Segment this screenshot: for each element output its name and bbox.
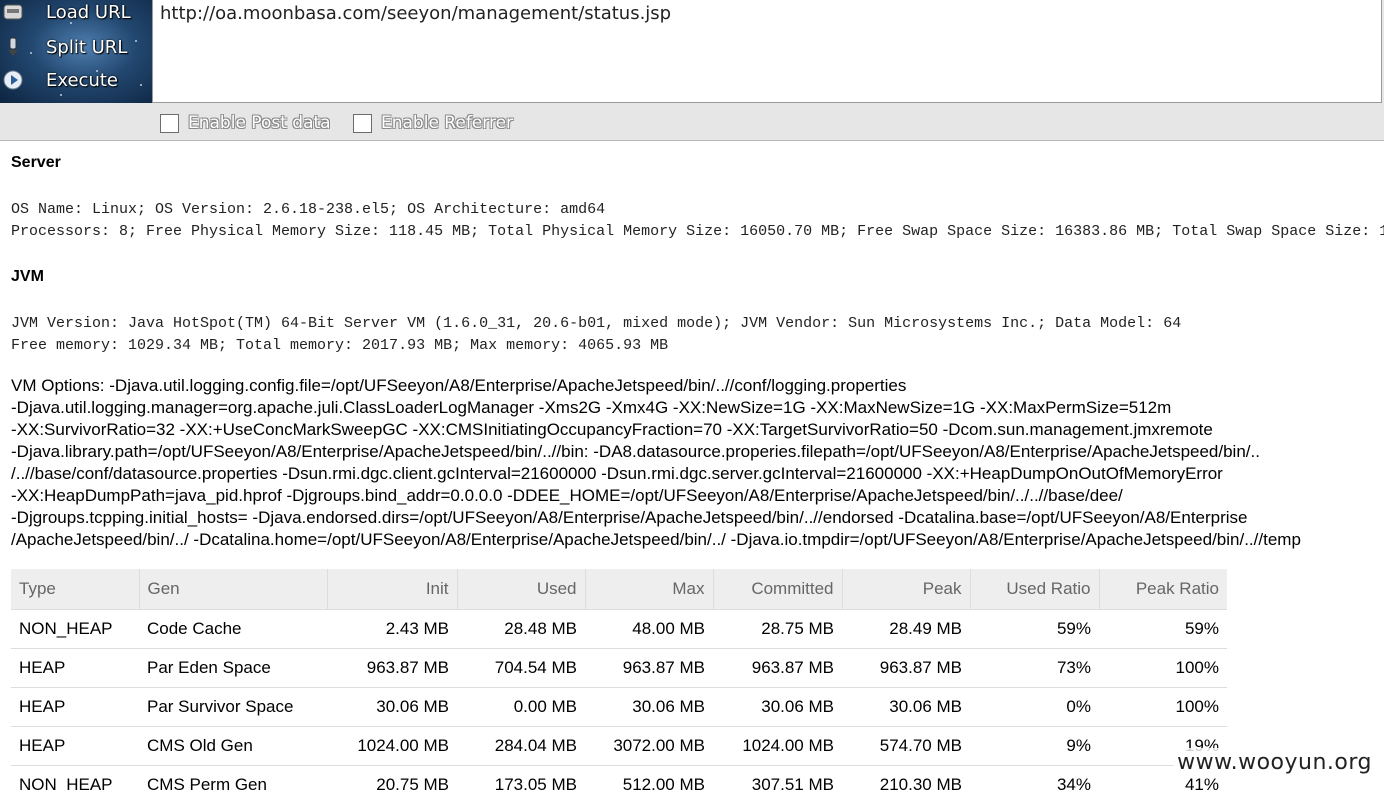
column-header-peak-ratio: Peak Ratio bbox=[1099, 569, 1227, 609]
cell-type: NON_HEAP bbox=[11, 608, 139, 648]
cell-init: 2.43 MB bbox=[327, 608, 457, 648]
load-url-button[interactable]: Load URL bbox=[0, 0, 152, 29]
cell-gen: CMS Perm Gen bbox=[139, 764, 327, 791]
cell-committed: 963.87 MB bbox=[713, 647, 842, 687]
server-memory-info: Processors: 8; Free Physical Memory Size… bbox=[11, 223, 1384, 240]
cell-max: 48.00 MB bbox=[585, 608, 713, 648]
execute-label: Execute bbox=[46, 69, 118, 91]
split-url-label: Split URL bbox=[46, 36, 128, 58]
split-url-icon bbox=[3, 37, 23, 57]
vm-options-line: /ApacheJetspeed/bin/../ -Dcatalina.home=… bbox=[11, 530, 1301, 549]
cell-used-ratio: 9% bbox=[970, 725, 1099, 765]
hackbar-toolbar: Load URL Split URL Execute http://oa.moo… bbox=[0, 0, 1384, 141]
cell-committed: 307.51 MB bbox=[713, 764, 842, 791]
cell-peak: 30.06 MB bbox=[842, 686, 970, 726]
load-url-icon bbox=[3, 2, 23, 22]
table-row: NON_HEAP CMS Perm Gen 20.75 MB 173.05 MB… bbox=[11, 764, 1227, 791]
cell-used: 173.05 MB bbox=[457, 764, 585, 791]
cell-peak: 210.30 MB bbox=[842, 764, 970, 791]
watermark-text: www.wooyun.org bbox=[1173, 748, 1376, 777]
cell-peak-ratio: 100% bbox=[1099, 647, 1227, 687]
cell-used-ratio: 59% bbox=[970, 608, 1099, 648]
table-header-row: Type Gen Init Used Max Committed Peak Us… bbox=[11, 569, 1227, 609]
cell-init: 30.06 MB bbox=[327, 686, 457, 726]
table-row: NON_HEAP Code Cache 2.43 MB 28.48 MB 48.… bbox=[11, 608, 1227, 648]
split-url-button[interactable]: Split URL bbox=[0, 30, 152, 64]
cell-peak-ratio: 59% bbox=[1099, 608, 1227, 648]
jvm-heading: JVM bbox=[11, 268, 44, 285]
url-input[interactable]: http://oa.moonbasa.com/seeyon/management… bbox=[152, 0, 1382, 103]
cell-type: HEAP bbox=[11, 686, 139, 726]
enable-post-data-checkbox[interactable]: Enable Post data bbox=[160, 113, 331, 133]
enable-post-data-label: Enable Post data bbox=[188, 113, 331, 133]
cell-gen: CMS Old Gen bbox=[139, 725, 327, 765]
cell-used-ratio: 0% bbox=[970, 686, 1099, 726]
cell-peak: 574.70 MB bbox=[842, 725, 970, 765]
server-os-info: OS Name: Linux; OS Version: 2.6.18-238.e… bbox=[11, 201, 606, 218]
post-data-checkbox-box[interactable] bbox=[160, 113, 179, 133]
cell-max: 963.87 MB bbox=[585, 647, 713, 687]
table-row: HEAP Par Survivor Space 30.06 MB 0.00 MB… bbox=[11, 686, 1227, 726]
cell-used: 0.00 MB bbox=[457, 686, 585, 726]
cell-init: 20.75 MB bbox=[327, 764, 457, 791]
cell-used-ratio: 34% bbox=[970, 764, 1099, 791]
cell-max: 3072.00 MB bbox=[585, 725, 713, 765]
cell-max: 30.06 MB bbox=[585, 686, 713, 726]
cell-init: 963.87 MB bbox=[327, 647, 457, 687]
vm-options-line: -Djgroups.tcpping.initial_hosts= -Djava.… bbox=[11, 508, 1248, 527]
jvm-version-info: JVM Version: Java HotSpot(TM) 64-Bit Ser… bbox=[11, 315, 1182, 332]
column-header-used: Used bbox=[457, 569, 586, 609]
vm-options-line: /..//base/conf/datasource.properties -Ds… bbox=[11, 464, 1223, 483]
cell-committed: 1024.00 MB bbox=[713, 725, 842, 765]
enable-referrer-label: Enable Referrer bbox=[381, 113, 514, 133]
column-header-init: Init bbox=[327, 569, 458, 609]
column-header-gen: Gen bbox=[139, 569, 328, 609]
cell-max: 512.00 MB bbox=[585, 764, 713, 791]
cell-type: NON_HEAP bbox=[11, 764, 139, 791]
vm-options: VM Options: -Djava.util.logging.config.f… bbox=[11, 375, 1383, 551]
cell-used: 284.04 MB bbox=[457, 725, 585, 765]
cell-committed: 28.75 MB bbox=[713, 608, 842, 648]
load-url-label: Load URL bbox=[46, 1, 131, 23]
execute-button[interactable]: Execute bbox=[0, 63, 152, 97]
cell-init: 1024.00 MB bbox=[327, 725, 457, 765]
cell-used: 28.48 MB bbox=[457, 608, 585, 648]
cell-peak: 963.87 MB bbox=[842, 647, 970, 687]
cell-type: HEAP bbox=[11, 725, 139, 765]
referrer-checkbox-box[interactable] bbox=[353, 113, 372, 133]
vm-options-line: -Djava.library.path=/opt/UFSeeyon/A8/Ent… bbox=[11, 442, 1260, 461]
vm-options-line: -Djava.util.logging.manager=org.apache.j… bbox=[11, 398, 1172, 417]
cell-gen: Par Survivor Space bbox=[139, 686, 327, 726]
cell-gen: Code Cache bbox=[139, 608, 327, 648]
table-row: HEAP Par Eden Space 963.87 MB 704.54 MB … bbox=[11, 647, 1227, 687]
cell-peak-ratio: 100% bbox=[1099, 686, 1227, 726]
table-row: HEAP CMS Old Gen 1024.00 MB 284.04 MB 30… bbox=[11, 725, 1227, 765]
server-heading: Server bbox=[11, 154, 61, 171]
column-header-used-ratio: Used Ratio bbox=[970, 569, 1100, 609]
column-header-max: Max bbox=[585, 569, 714, 609]
hackbar-side-panel: Load URL Split URL Execute bbox=[0, 0, 152, 103]
cell-gen: Par Eden Space bbox=[139, 647, 327, 687]
vm-options-line: -XX:HeapDumpPath=java_pid.hprof -Djgroup… bbox=[11, 486, 1123, 505]
vm-options-line: VM Options: -Djava.util.logging.config.f… bbox=[11, 376, 907, 395]
jvm-memory-info: Free memory: 1029.34 MB; Total memory: 2… bbox=[11, 337, 669, 354]
column-header-type: Type bbox=[11, 569, 140, 609]
vm-options-line: -XX:SurvivorRatio=32 -XX:+UseConcMarkSwe… bbox=[11, 420, 1213, 439]
column-header-committed: Committed bbox=[713, 569, 843, 609]
cell-committed: 30.06 MB bbox=[713, 686, 842, 726]
cell-used-ratio: 73% bbox=[970, 647, 1099, 687]
execute-play-icon bbox=[3, 70, 23, 90]
cell-peak: 28.49 MB bbox=[842, 608, 970, 648]
cell-type: HEAP bbox=[11, 647, 139, 687]
memory-pools-table: Type Gen Init Used Max Committed Peak Us… bbox=[11, 569, 1227, 791]
column-header-peak: Peak bbox=[842, 569, 971, 609]
cell-used: 704.54 MB bbox=[457, 647, 585, 687]
enable-referrer-checkbox[interactable]: Enable Referrer bbox=[353, 113, 513, 133]
